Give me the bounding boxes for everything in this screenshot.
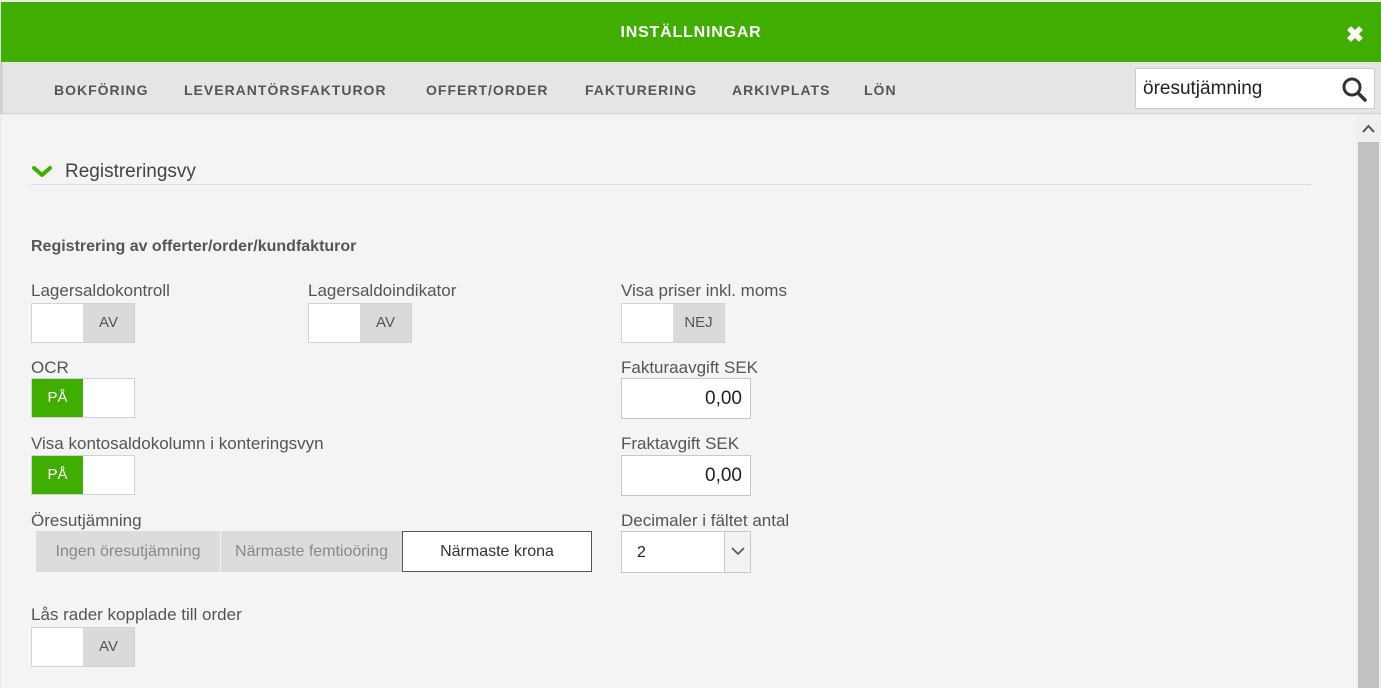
settings-search (1135, 68, 1375, 109)
oresutjamning-label: Öresutjämning (31, 511, 142, 530)
toggle-state: NEJ (673, 304, 724, 342)
scroll-up-button[interactable] (1356, 115, 1381, 141)
visa-kontosaldo-toggle[interactable]: PÅ (31, 455, 135, 495)
toggle-state: AV (360, 304, 411, 342)
lagersaldokontroll-toggle[interactable]: AV (31, 303, 135, 343)
settings-content: Registreringsvy Registrering av offerter… (1, 115, 1356, 688)
tab-arkivplats[interactable]: ARKIVPLATS (732, 82, 830, 98)
lagersaldokontroll-label: Lagersaldokontroll (31, 281, 170, 300)
option-ingen-oresutjamning[interactable]: Ingen öresutjämning (36, 531, 220, 572)
option-narmaste-femtiooring[interactable]: Närmaste femtioöring (221, 531, 402, 572)
toggle-blank (32, 304, 83, 342)
visa-kontosaldo-label: Visa kontosaldokolumn i konteringsvyn (31, 434, 324, 453)
option-narmaste-krona[interactable]: Närmaste krona (402, 531, 592, 572)
decimaler-label: Decimaler i fältet antal (621, 511, 790, 530)
chevron-down-icon (731, 547, 745, 556)
section-title: Registreringsvy (65, 161, 196, 182)
tab-fakturering[interactable]: FAKTURERING (585, 82, 697, 98)
scrollbar-thumb[interactable] (1358, 142, 1379, 688)
toggle-state: PÅ (32, 456, 83, 494)
toggle-state: PÅ (32, 379, 83, 417)
close-icon[interactable]: ✖ (1343, 22, 1367, 48)
dialog-title: INSTÄLLNINGAR (620, 24, 762, 41)
chevron-down-icon (32, 166, 52, 177)
tab-lon[interactable]: LÖN (864, 82, 897, 98)
toggle-state: AV (83, 304, 134, 342)
decimaler-dropdown-button[interactable] (724, 532, 750, 572)
decimaler-value: 2 (637, 544, 646, 561)
search-button[interactable] (1340, 75, 1370, 103)
toggle-blank (309, 304, 360, 342)
settings-nav: BOKFÖRING LEVERANTÖRSFAKTUROR OFFERT/ORD… (0, 62, 1381, 114)
lagersaldoindikator-toggle[interactable]: AV (308, 303, 412, 343)
search-input[interactable] (1137, 70, 1333, 107)
lagersaldoindikator-label: Lagersaldoindikator (308, 281, 457, 300)
ocr-label: OCR (31, 358, 69, 377)
section-header-registreringsvy[interactable]: Registreringsvy (31, 159, 1311, 185)
toggle-blank (622, 304, 673, 342)
las-rader-label: Lås rader kopplade till order (31, 605, 242, 624)
decimaler-select[interactable]: 2 (621, 531, 751, 573)
tab-leverantorsfakturor[interactable]: LEVERANTÖRSFAKTUROR (184, 82, 387, 98)
visa-priser-toggle[interactable]: NEJ (621, 303, 725, 343)
visa-priser-label: Visa priser inkl. moms (621, 281, 787, 300)
dialog-title-bar: INSTÄLLNINGAR ✖ (1, 2, 1381, 62)
toggle-state: AV (83, 628, 134, 666)
chevron-up-icon (1362, 124, 1375, 133)
fakturaavgift-label: Fakturaavgift SEK (621, 358, 759, 377)
vertical-scrollbar[interactable] (1356, 115, 1381, 688)
toggle-blank (83, 379, 134, 417)
tab-bokforing[interactable]: BOKFÖRING (54, 82, 149, 98)
nav-left-edge (0, 62, 3, 114)
tab-offert-order[interactable]: OFFERT/ORDER (426, 82, 548, 98)
ocr-toggle[interactable]: PÅ (31, 378, 135, 418)
las-rader-toggle[interactable]: AV (31, 627, 135, 667)
fraktavgift-label: Fraktavgift SEK (621, 434, 740, 453)
subsection-heading: Registrering av offerter/order/kundfaktu… (31, 238, 357, 255)
fakturaavgift-input[interactable] (621, 378, 751, 419)
toggle-blank (32, 628, 83, 666)
search-icon (1342, 77, 1367, 102)
toggle-blank (83, 456, 134, 494)
fraktavgift-input[interactable] (621, 455, 751, 496)
